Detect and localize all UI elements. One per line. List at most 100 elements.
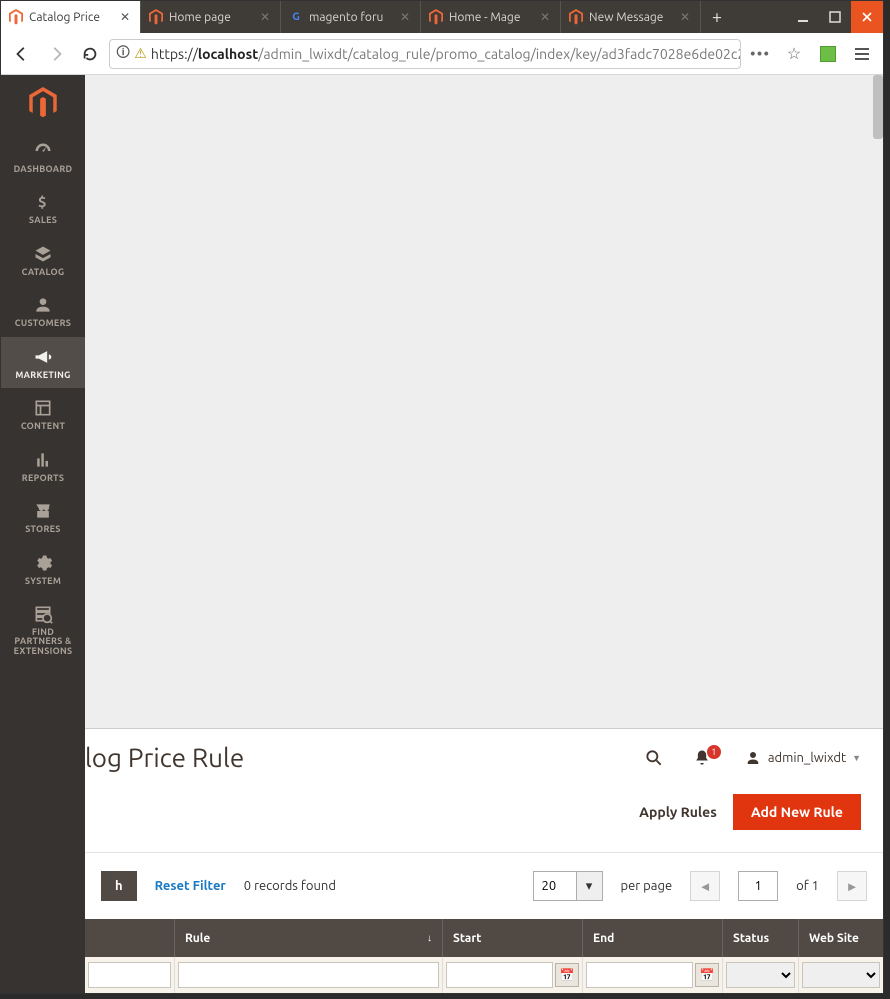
grid-search-button[interactable]: h bbox=[101, 871, 137, 901]
maximize-button[interactable] bbox=[819, 1, 851, 33]
svg-text:$: $ bbox=[38, 193, 47, 210]
sidebar-item-label: REPORTS bbox=[22, 474, 65, 483]
sidebar-item-content[interactable]: CONTENT bbox=[1, 388, 85, 439]
sidebar-item-stores[interactable]: STORES bbox=[1, 491, 85, 542]
filter-end-input[interactable] bbox=[586, 962, 693, 988]
user-menu[interactable]: admin_lwixdt ▼ bbox=[744, 749, 861, 767]
column-header-end[interactable]: End bbox=[583, 919, 723, 957]
tab-label: Home page bbox=[169, 11, 252, 24]
magento-icon bbox=[429, 10, 443, 24]
pager-next-button[interactable]: ► bbox=[837, 871, 867, 901]
sidebar-item-dashboard[interactable]: DASHBOARD bbox=[1, 131, 85, 182]
shield-icon: 🛈 bbox=[116, 42, 130, 66]
column-header-start[interactable]: Start bbox=[443, 919, 583, 957]
sidebar-item-catalog[interactable]: CATALOG bbox=[1, 234, 85, 285]
bookmark-star-icon[interactable]: ☆ bbox=[779, 39, 809, 69]
admin-sidebar: DASHBOARD $ SALES CATALOG CUSTOMERS MARK… bbox=[1, 75, 85, 993]
browser-toolbar: 🛈 ⚠ https://localhost/admin_lwixdt/catal… bbox=[1, 33, 883, 75]
sidebar-item-label: MARKETING bbox=[15, 371, 70, 380]
search-icon[interactable] bbox=[640, 748, 668, 768]
browser-tab-3[interactable]: Home - Mage ✕ bbox=[421, 1, 561, 33]
window-controls bbox=[787, 1, 883, 33]
back-button[interactable] bbox=[7, 39, 37, 69]
calendar-icon[interactable]: 📅 bbox=[555, 963, 579, 987]
column-header-id[interactable] bbox=[85, 919, 175, 957]
apply-rules-button[interactable]: Apply Rules bbox=[637, 794, 719, 830]
magento-icon bbox=[569, 10, 583, 24]
hamburger-menu-button[interactable] bbox=[847, 39, 877, 69]
tab-label: Home - Mage bbox=[449, 11, 532, 24]
column-header-website[interactable]: Web Site bbox=[799, 919, 883, 957]
browser-tab-4[interactable]: New Message ✕ bbox=[561, 1, 701, 33]
page-title: log Price Rule bbox=[85, 743, 620, 772]
page-number-input[interactable] bbox=[738, 871, 778, 901]
reset-filter-link[interactable]: Reset Filter bbox=[155, 879, 226, 893]
sidebar-item-label: STORES bbox=[25, 525, 60, 534]
tab-label: New Message bbox=[589, 11, 672, 24]
grid-toolbar: h Reset Filter 0 records found ▾ per pag… bbox=[85, 853, 883, 919]
sidebar-item-partners[interactable]: FIND PARTNERS & EXTENSIONS bbox=[1, 594, 85, 664]
close-icon[interactable]: ✕ bbox=[398, 10, 412, 24]
page-size-input[interactable] bbox=[533, 871, 577, 901]
browser-tab-2[interactable]: G magento foru ✕ bbox=[281, 1, 421, 33]
column-header-status[interactable]: Status bbox=[723, 919, 799, 957]
magento-icon bbox=[149, 10, 163, 24]
filter-rule-input[interactable] bbox=[178, 962, 439, 988]
sidebar-item-label: SALES bbox=[29, 216, 57, 225]
page-actions: Apply Rules Add New Rule bbox=[85, 786, 883, 853]
browser-tab-0[interactable]: Catalog Price ✕ bbox=[1, 1, 141, 33]
pager-prev-button[interactable]: ◄ bbox=[690, 871, 720, 901]
close-icon[interactable]: ✕ bbox=[538, 10, 552, 24]
sort-desc-icon: ↓ bbox=[427, 932, 432, 944]
sidebar-item-system[interactable]: SYSTEM bbox=[1, 543, 85, 594]
browser-tab-1[interactable]: Home page ✕ bbox=[141, 1, 281, 33]
close-icon[interactable]: ✕ bbox=[118, 10, 132, 24]
filter-status-select[interactable] bbox=[726, 962, 795, 988]
records-found: 0 records found bbox=[244, 879, 336, 893]
sidebar-item-sales[interactable]: $ SALES bbox=[1, 182, 85, 233]
minimize-button[interactable] bbox=[787, 1, 819, 33]
url-path: /admin_lwixdt/catalog_rule/promo_catalog… bbox=[258, 46, 741, 62]
forward-button[interactable] bbox=[41, 39, 71, 69]
extension-icon[interactable] bbox=[813, 39, 843, 69]
tab-label: magento foru bbox=[309, 11, 392, 24]
window-close-button[interactable] bbox=[851, 1, 883, 33]
filter-start-input[interactable] bbox=[446, 962, 553, 988]
magento-logo[interactable] bbox=[1, 75, 85, 131]
sidebar-item-label: CATALOG bbox=[22, 268, 65, 277]
filter-website-select[interactable] bbox=[802, 962, 880, 988]
grid-header-row: Rule↓ Start End Status Web Site bbox=[85, 919, 883, 957]
sidebar-item-label: CONTENT bbox=[21, 422, 65, 431]
page-action-dots[interactable]: ••• bbox=[745, 39, 775, 69]
sidebar-item-reports[interactable]: REPORTS bbox=[1, 440, 85, 491]
chevron-down-icon[interactable]: ▾ bbox=[577, 871, 603, 901]
sidebar-item-marketing[interactable]: MARKETING bbox=[1, 337, 85, 388]
lock-warning-icon: ⚠ bbox=[134, 45, 147, 62]
page-panel: log Price Rule 1 admin_lwixdt ▼ bbox=[85, 728, 883, 993]
per-page-label: per page bbox=[621, 879, 673, 893]
sidebar-item-label: SYSTEM bbox=[25, 577, 61, 586]
scrollbar-thumb[interactable] bbox=[873, 75, 883, 139]
url-host: localhost bbox=[198, 46, 258, 62]
url-bar[interactable]: 🛈 ⚠ https://localhost/admin_lwixdt/catal… bbox=[109, 39, 741, 69]
notifications-icon[interactable]: 1 bbox=[688, 748, 716, 768]
sidebar-item-customers[interactable]: CUSTOMERS bbox=[1, 285, 85, 336]
blank-area bbox=[85, 75, 883, 675]
pager-of-label: of 1 bbox=[796, 879, 819, 893]
url-prefix: https:// bbox=[151, 46, 198, 62]
new-tab-button[interactable]: + bbox=[701, 1, 733, 33]
sidebar-item-label: FIND PARTNERS & EXTENSIONS bbox=[14, 628, 73, 656]
grid-filter-row: 📅 📅 bbox=[85, 957, 883, 993]
user-name: admin_lwixdt bbox=[768, 751, 846, 765]
reload-button[interactable] bbox=[75, 39, 105, 69]
page-size-select[interactable]: ▾ bbox=[533, 871, 603, 901]
add-new-rule-button[interactable]: Add New Rule bbox=[733, 794, 861, 830]
column-header-rule[interactable]: Rule↓ bbox=[175, 919, 443, 957]
chevron-down-icon: ▼ bbox=[852, 753, 861, 763]
magento-icon bbox=[9, 10, 23, 24]
admin-content: log Price Rule 1 admin_lwixdt ▼ bbox=[85, 75, 883, 993]
calendar-icon[interactable]: 📅 bbox=[695, 963, 719, 987]
close-icon[interactable]: ✕ bbox=[258, 10, 272, 24]
filter-id-input[interactable] bbox=[88, 962, 171, 988]
close-icon[interactable]: ✕ bbox=[678, 10, 692, 24]
